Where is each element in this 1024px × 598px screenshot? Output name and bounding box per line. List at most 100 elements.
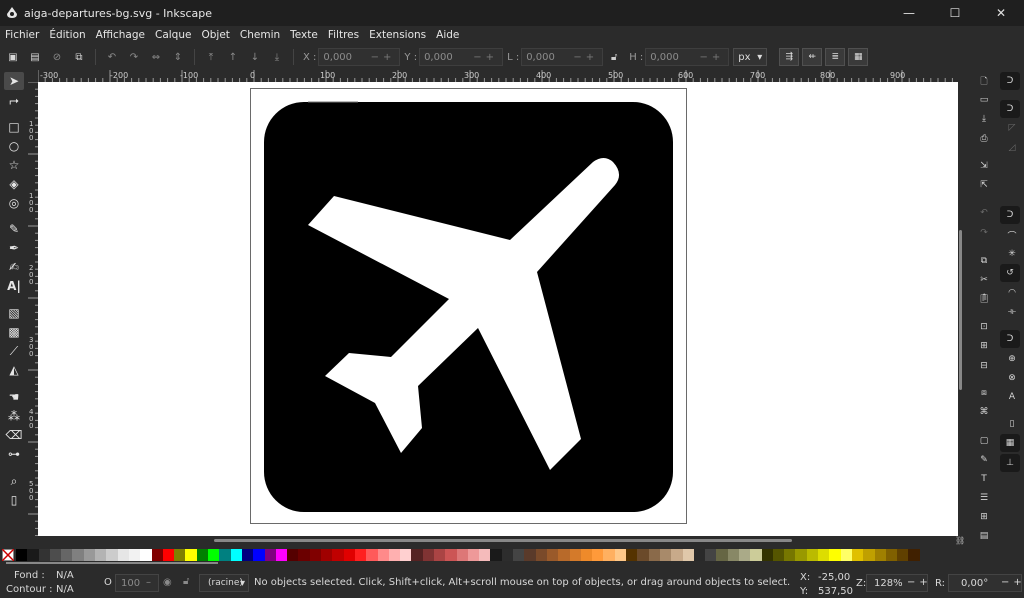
color-swatch[interactable] [354,549,367,561]
color-swatch[interactable] [908,549,920,561]
connector-icon[interactable]: ⊶ [4,445,24,463]
color-swatch[interactable] [535,549,547,561]
canvas[interactable] [38,82,958,536]
menu-objet[interactable]: Objet [196,29,234,41]
color-swatch[interactable] [219,549,231,561]
lock-guides-icon[interactable]: ⛓ [955,536,967,546]
color-swatch[interactable] [614,549,627,561]
menu-filtres[interactable]: Filtres [323,29,364,41]
color-swatch[interactable] [72,549,84,561]
color-swatch[interactable] [467,549,480,561]
color-swatch[interactable] [309,549,322,561]
xml-editor-icon[interactable]: ▤ [975,528,993,544]
fill-value[interactable]: N/A [56,570,74,581]
export-icon[interactable]: ⇱ [975,177,993,193]
save-icon[interactable]: ⤓ [975,111,993,127]
color-swatch[interactable] [761,549,773,561]
pen-icon[interactable]: ✒ [4,239,24,257]
spray-icon[interactable]: ⁂ [4,407,24,425]
menu-extensions[interactable]: Extensions [364,29,431,41]
snap-others-icon[interactable]: ᑐ [1000,330,1020,348]
snap-enable-icon[interactable]: ᑐ [1000,72,1020,90]
layer-select[interactable]: (racine) ▾ [199,574,249,592]
snap-path-icon[interactable]: ⌒ [1003,227,1021,243]
color-swatch[interactable] [897,549,909,561]
visibility-icon[interactable]: ◉ [163,577,172,588]
menu-fichier[interactable]: Fichier [0,29,44,41]
flip-vertical-icon[interactable]: ⇕ [169,48,187,66]
snap-nodes-icon[interactable]: ᑐ [1000,206,1020,224]
color-swatch[interactable] [241,549,254,561]
color-swatch[interactable] [253,549,265,561]
color-swatch[interactable] [558,549,570,561]
color-swatch[interactable] [874,549,886,561]
color-swatch[interactable] [727,549,739,561]
menu-calque[interactable]: Calque [150,29,196,41]
text-icon[interactable]: A| [4,277,24,295]
color-swatch[interactable] [332,549,344,561]
vertical-scrollbar[interactable] [958,82,966,536]
measure-icon[interactable]: ▯ [4,491,24,509]
snap-bbox-icon[interactable]: ᑐ [1000,100,1020,118]
y-input[interactable]: 0,000 −+ [419,48,504,66]
paste-icon[interactable]: 📋︎ [975,291,993,307]
height-input[interactable]: 0,000 −+ [645,48,730,66]
rotate-cw-icon[interactable]: ↷ [125,48,143,66]
maximize-button[interactable]: ☐ [932,0,978,26]
bucket-icon[interactable]: ◭ [4,361,24,379]
move-gradients-icon[interactable]: ≣ [825,48,846,66]
color-swatch[interactable] [546,549,559,561]
snap-center-icon[interactable]: ⊕ [1003,351,1021,367]
color-swatch[interactable] [106,549,118,561]
select-same-icon[interactable]: ⧉ [70,48,88,66]
color-swatch[interactable] [445,549,457,561]
color-swatch[interactable] [140,549,152,561]
duplicate-icon[interactable]: ⧈ [975,385,993,401]
color-swatch[interactable] [38,549,50,561]
scale-stroke-icon[interactable]: ⇶ [779,48,800,66]
menu-aide[interactable]: Aide [431,29,464,41]
color-swatch[interactable] [16,549,28,561]
color-swatch[interactable] [851,549,864,561]
horizontal-ruler[interactable]: -300 -200 -100 0 100 200 300 400 500 600… [38,70,958,82]
color-swatch[interactable] [185,549,197,561]
color-swatch[interactable] [795,549,807,561]
ungroup-icon[interactable]: ✎ [975,452,993,468]
menu-edition[interactable]: Édition [44,29,90,41]
select-all-icon[interactable]: ▣ [4,48,22,66]
snap-text-baseline-icon[interactable]: A [1003,389,1021,405]
snap-guide-icon[interactable]: ⊥ [1000,454,1020,472]
color-swatch[interactable] [705,549,717,561]
snap-page-icon[interactable]: ▯ [1003,416,1021,432]
color-swatch[interactable] [377,549,389,561]
color-swatch[interactable] [603,549,615,561]
import-icon[interactable]: ⇲ [975,158,993,174]
color-swatch[interactable] [321,549,333,561]
color-swatch[interactable] [739,549,751,561]
color-swatch[interactable] [829,549,841,561]
star-icon[interactable]: ☆ [4,156,24,174]
minimize-button[interactable]: — [886,0,932,26]
clone-icon[interactable]: ⌘ [975,404,993,420]
selector-icon[interactable]: ➤ [4,72,24,90]
color-swatch[interactable] [422,549,434,561]
color-swatch[interactable] [806,549,819,561]
no-paint-swatch[interactable] [2,549,14,561]
color-swatch[interactable] [27,549,39,561]
stroke-value[interactable]: N/A [56,584,74,595]
select-all-layers-icon[interactable]: ▤ [26,48,44,66]
open-icon[interactable]: ▭ [975,92,993,108]
color-swatch[interactable] [264,549,276,561]
rotate-ccw-icon[interactable]: ↶ [103,48,121,66]
gradient-icon[interactable]: ▧ [4,304,24,322]
text-font-icon[interactable]: T [975,471,993,487]
palette-scrollbar[interactable] [6,562,218,564]
color-swatch[interactable] [275,549,288,561]
color-swatch[interactable] [388,549,401,561]
eraser-icon[interactable]: ⌫ [4,426,24,444]
width-input[interactable]: 0,000 −+ [521,48,604,66]
color-swatch[interactable] [885,549,898,561]
group-icon[interactable]: ▢ [975,433,993,449]
color-swatch[interactable] [784,549,796,561]
dropper-icon[interactable]: ⟋ [4,342,24,360]
